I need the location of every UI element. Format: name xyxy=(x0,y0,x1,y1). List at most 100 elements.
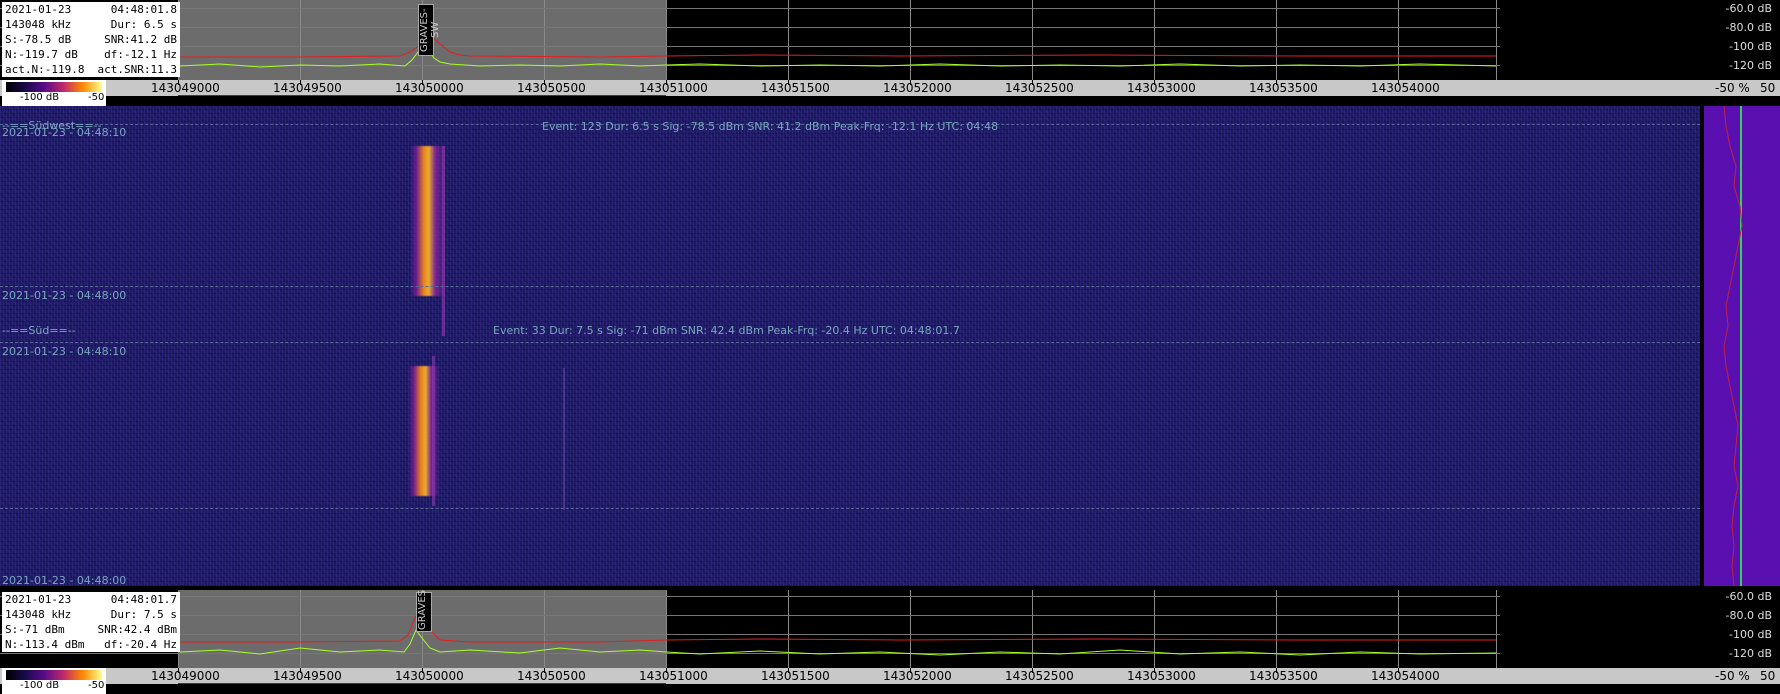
time-label-1-bottom: 2021-01-23 - 04:48:00 xyxy=(2,289,127,302)
axis-tick-6: 143052000 xyxy=(883,81,952,95)
bottom-axis-tick-10: 143054000 xyxy=(1371,669,1440,683)
time-line-3 xyxy=(0,342,1700,343)
top-info-cell: SNR:41.2 dB xyxy=(104,33,177,46)
bottom-axis-tick-6: 143052000 xyxy=(883,669,952,683)
bottom-db-label-60: -60.0 dB xyxy=(1725,590,1773,603)
time-line-4 xyxy=(0,508,1700,509)
meteor-echo-1 xyxy=(410,146,446,296)
bottom-info-cell: 143048 kHz xyxy=(5,608,72,621)
top-info-cell: act.N:-119.8 xyxy=(5,63,85,76)
axis-tick-7: 143052500 xyxy=(1005,81,1074,95)
top-info-cell: 2021-01-23 xyxy=(5,3,72,16)
axis-tick-9: 143053500 xyxy=(1249,81,1318,95)
bottom-axis-tick-5: 143051500 xyxy=(761,669,830,683)
bottom-info-cell: 04:48:01.7 xyxy=(110,593,177,606)
bottom-info-row: S:-71 dBm SNR:42.4 dBm xyxy=(5,622,177,637)
top-graves-marker[interactable]: GRAVES-SW xyxy=(418,4,441,56)
bottom-axis-tick-9: 143053500 xyxy=(1249,669,1318,683)
bottom-spectrum-panel[interactable]: 2021-01-23 04:48:01.7 143048 kHz Dur: 7.5 s… xyxy=(0,590,1780,668)
bottom-scale-max: -50 xyxy=(88,680,105,691)
top-info-cell: 143048 kHz xyxy=(5,18,72,31)
top-scale-min: -100 dB xyxy=(20,92,60,103)
bottom-info-cell: Dur: 7.5 s xyxy=(110,608,177,621)
bottom-selection-line[interactable] xyxy=(178,683,666,684)
bottom-info-cell: N:-113.4 dBm xyxy=(5,638,85,651)
top-info-cell: S:-78.5 dB xyxy=(5,33,72,46)
top-info-cell: N:-119.7 dB xyxy=(5,48,78,61)
top-selection-line[interactable] xyxy=(178,95,666,96)
top-info-cell: 04:48:01.8 xyxy=(110,3,177,16)
bottom-info-cell: SNR:42.4 dBm xyxy=(97,623,177,636)
bottom-percent-value: 50 xyxy=(1760,669,1776,683)
faint-line xyxy=(563,368,565,510)
bottom-noise-trace xyxy=(180,606,1496,643)
bottom-db-label-120: -120 dB xyxy=(1729,647,1772,660)
top-info-row: act.N:-119.8 act.SNR:11.3 xyxy=(5,62,177,77)
top-spectrum-traces xyxy=(179,34,1497,68)
percent-value: 50 xyxy=(1760,81,1776,95)
top-noise-trace xyxy=(180,34,1496,58)
top-db-label-80: -80.0 dB xyxy=(1725,21,1773,34)
top-color-scale: -100 dB -50 xyxy=(2,80,106,106)
top-info-row: 143048 kHz Dur: 6.5 s xyxy=(5,17,177,32)
bottom-scale-min: -100 dB xyxy=(20,680,60,691)
bottom-axis-tick-2: 143050000 xyxy=(395,669,464,683)
axis-tick-0: 143049000 xyxy=(151,81,220,95)
bottom-axis-tick-8: 143053000 xyxy=(1127,669,1196,683)
waterfall-noise xyxy=(0,106,1700,586)
bottom-graves-marker[interactable]: GRAVES xyxy=(416,590,432,632)
bottom-percent-label: -50 % xyxy=(1715,669,1750,683)
right-level-trace xyxy=(1723,106,1743,586)
top-frequency-axis[interactable]: Hz 143049000 143049500 143050000 1430505… xyxy=(0,80,1780,96)
top-scale-max: -50 xyxy=(88,92,105,103)
top-spectrum-panel[interactable]: 2021-01-23 04:48:01.8 143048 kHz Dur: 6.5 s… xyxy=(0,0,1780,80)
top-info-cell: Dur: 6.5 s xyxy=(110,18,177,31)
top-color-gradient xyxy=(6,82,102,92)
bottom-db-label-80: -80.0 dB xyxy=(1725,609,1773,622)
meteor-echo-1-trail xyxy=(442,146,445,336)
top-info-row: S:-78.5 dB SNR:41.2 dB xyxy=(5,32,177,47)
time-label-2-bottom: 2021-01-23 - 04:48:00 xyxy=(2,574,127,586)
top-db-label-120: -120 dB xyxy=(1729,59,1772,72)
meteor-echo-2-trail xyxy=(432,356,435,506)
top-info-cell: act.SNR:11.3 xyxy=(97,63,177,76)
bottom-frequency-axis[interactable]: Hz 143049000 143049500 143050000 1430505… xyxy=(0,668,1780,684)
bottom-info-cell: 2021-01-23 xyxy=(5,593,72,606)
top-info-box: 2021-01-23 04:48:01.8 143048 kHz Dur: 6.5 s… xyxy=(2,2,180,77)
bottom-axis-tick-7: 143052500 xyxy=(1005,669,1074,683)
top-signal-trace xyxy=(179,38,1497,68)
station-label-2: --==Süd==-- xyxy=(2,324,76,337)
axis-tick-8: 143053000 xyxy=(1127,81,1196,95)
time-label-1-top: 2021-01-23 - 04:48:10 xyxy=(2,126,127,139)
time-label-2-top: 2021-01-23 - 04:48:10 xyxy=(2,345,127,358)
bottom-info-row: N:-113.4 dBm df:-20.4 Hz xyxy=(5,637,177,652)
bottom-color-scale: -100 dB -50 xyxy=(2,668,106,694)
bottom-color-gradient xyxy=(6,670,102,680)
event-label-1: Event: 123 Dur: 6.5 s Sig: -78.5 dBm SNR… xyxy=(542,120,999,133)
top-db-label-100: -100 dB xyxy=(1729,40,1772,53)
bottom-axis-tick-4: 143051000 xyxy=(639,669,708,683)
bottom-spectrum-traces xyxy=(179,606,1497,656)
event-label-2: Event: 33 Dur: 7.5 s Sig: -71 dBm SNR: 4… xyxy=(493,324,960,337)
bottom-axis-tick-3: 143050500 xyxy=(517,669,586,683)
bottom-info-cell: df:-20.4 Hz xyxy=(104,638,177,651)
top-info-row: 2021-01-23 04:48:01.8 xyxy=(5,2,177,17)
axis-tick-4: 143051000 xyxy=(639,81,708,95)
time-line-2 xyxy=(0,286,1700,287)
percent-label: -50 % xyxy=(1715,81,1750,95)
axis-tick-1: 143049500 xyxy=(273,81,342,95)
bottom-info-box: 2021-01-23 04:48:01.7 143048 kHz Dur: 7.5 s… xyxy=(2,592,180,652)
top-info-row: N:-119.7 dB df:-12.1 Hz xyxy=(5,47,177,62)
waterfall-display[interactable]: --==Südwest==-- 2021-01-23 - 04:48:10 Ev… xyxy=(0,106,1700,586)
top-db-label-60: -60.0 dB xyxy=(1725,2,1773,15)
bottom-signal-trace xyxy=(179,629,1497,656)
axis-tick-2: 143050000 xyxy=(395,81,464,95)
axis-tick-3: 143050500 xyxy=(517,81,586,95)
bottom-db-label-100: -100 dB xyxy=(1729,628,1772,641)
top-info-cell: df:-12.1 Hz xyxy=(104,48,177,61)
bottom-info-row: 2021-01-23 04:48:01.7 xyxy=(5,592,177,607)
bottom-info-row: 143048 kHz Dur: 7.5 s xyxy=(5,607,177,622)
axis-tick-10: 143054000 xyxy=(1371,81,1440,95)
bottom-info-cell: S:-71 dBm xyxy=(5,623,65,636)
bottom-axis-tick-1: 143049500 xyxy=(273,669,342,683)
